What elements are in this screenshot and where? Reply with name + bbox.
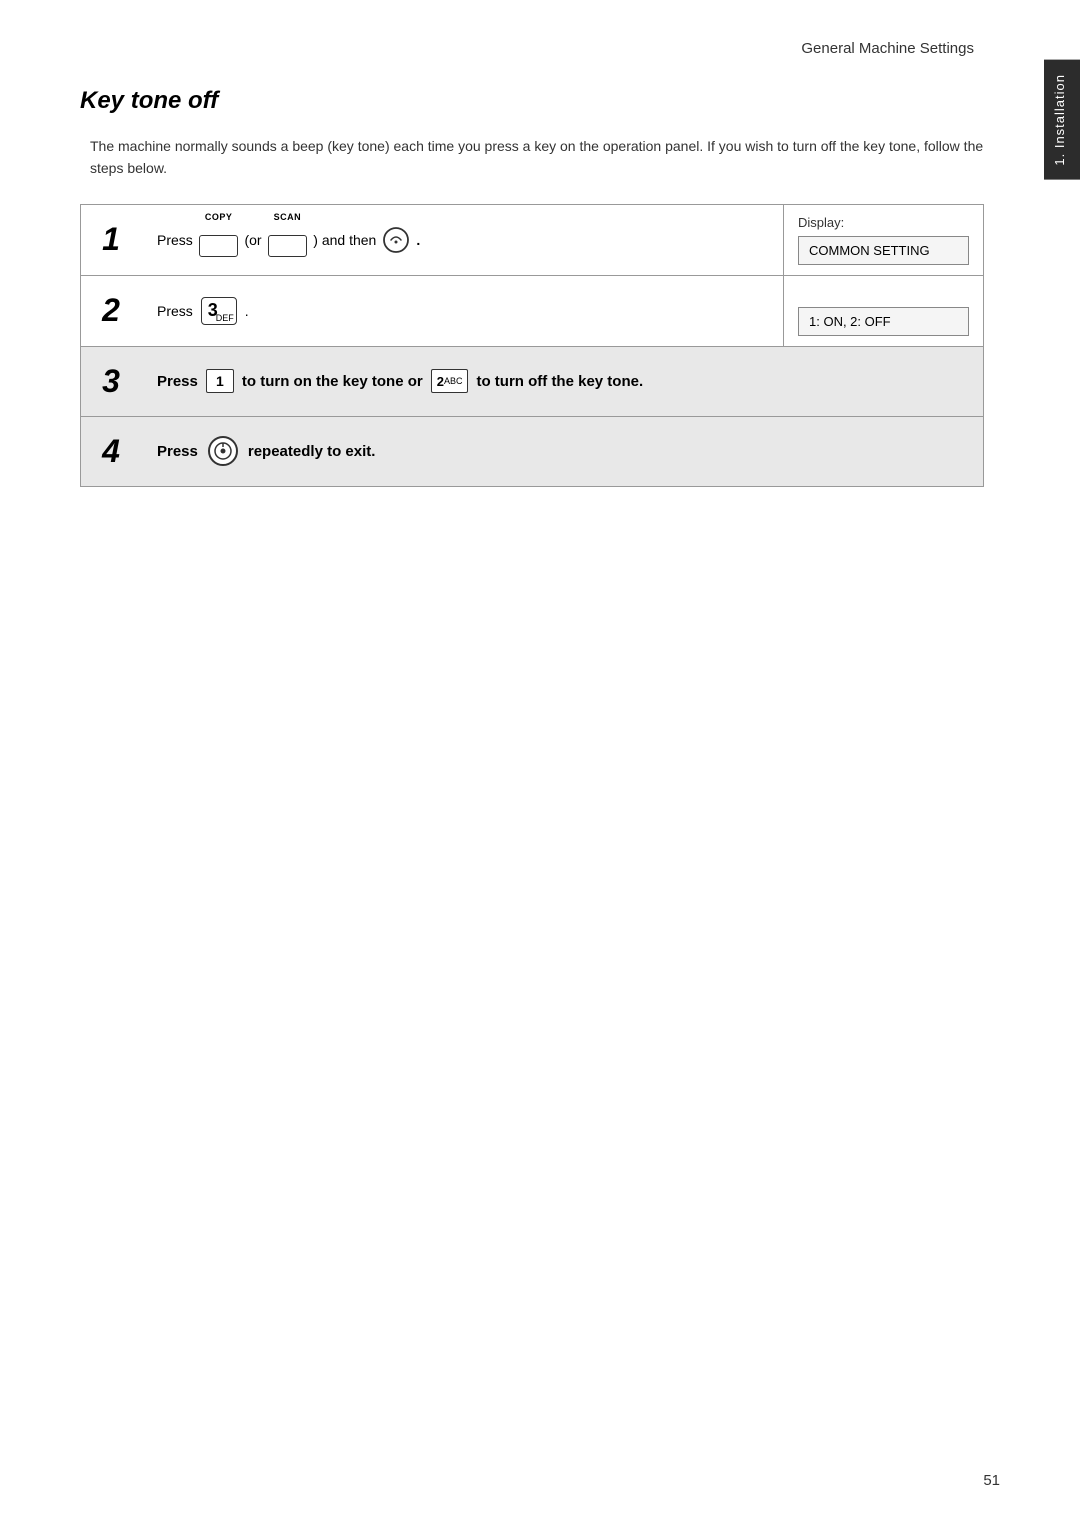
step-content-2: Press 3DEF . bbox=[141, 276, 783, 346]
step-content-3: Press 1 to turn on the key tone or 2ABC … bbox=[141, 347, 983, 416]
display-label-1: Display: bbox=[798, 215, 969, 230]
page-header: General Machine Settings bbox=[80, 40, 984, 57]
step-number-3: 3 bbox=[81, 347, 141, 416]
step4-end-text: repeatedly to exit. bbox=[248, 443, 376, 460]
step3-press-text: Press bbox=[157, 373, 198, 390]
page-number: 51 bbox=[983, 1472, 1000, 1489]
step1-or-text: (or bbox=[244, 232, 261, 248]
step1-press-text: Press bbox=[157, 232, 193, 248]
scan-key bbox=[268, 235, 308, 257]
step3-key-2abc: 2ABC bbox=[431, 369, 469, 393]
scan-key-wrapper: SCAN bbox=[268, 223, 308, 257]
step1-andthen-text: ) and then bbox=[313, 232, 376, 248]
step-number-2: 2 bbox=[81, 276, 141, 346]
display-value-1: COMMON SETTING bbox=[798, 236, 969, 265]
step2-period: . bbox=[245, 303, 249, 319]
step4-press-text: Press bbox=[157, 443, 198, 460]
step-display-1: Display: COMMON SETTING bbox=[783, 205, 983, 275]
intro-paragraph: The machine normally sounds a beep (key … bbox=[90, 135, 984, 180]
step-number-4: 4 bbox=[81, 417, 141, 486]
step-number-1: 1 bbox=[81, 205, 141, 275]
copy-key-wrapper: COPY bbox=[199, 223, 239, 257]
step-row-4: 4 Press repeatedly to exit. bbox=[81, 417, 983, 486]
step-content-4: Press repeatedly to exit. bbox=[141, 417, 983, 486]
installation-tab: 1. Installation bbox=[1044, 60, 1080, 180]
step3-end-text: to turn off the key tone. bbox=[476, 373, 643, 390]
step1-period: . bbox=[416, 232, 420, 248]
step-row-3: 3 Press 1 to turn on the key tone or 2AB… bbox=[81, 347, 983, 417]
step-row-2: 2 Press 3DEF . 1: ON, 2: OFF bbox=[81, 276, 983, 347]
copy-key bbox=[199, 235, 239, 257]
main-content: General Machine Settings Key tone off Th… bbox=[0, 0, 1044, 1529]
menu-icon bbox=[382, 226, 410, 254]
section-title: Key tone off bbox=[80, 87, 984, 115]
step-row-1: 1 Press COPY (or SCAN ) and then bbox=[81, 205, 983, 276]
copy-label: COPY bbox=[205, 212, 233, 222]
step3-key-1: 1 bbox=[206, 369, 234, 393]
steps-table: 1 Press COPY (or SCAN ) and then bbox=[80, 204, 984, 487]
display-value-2: 1: ON, 2: OFF bbox=[798, 307, 969, 336]
step-content-1: Press COPY (or SCAN ) and then bbox=[141, 205, 783, 275]
step3-mid-text: to turn on the key tone or bbox=[242, 373, 423, 390]
scan-label: SCAN bbox=[274, 212, 302, 222]
step2-num-key-3: 3DEF bbox=[201, 297, 237, 325]
step2-press-text: Press bbox=[157, 303, 193, 319]
display-label-2 bbox=[798, 286, 969, 301]
step-display-2: 1: ON, 2: OFF bbox=[783, 276, 983, 346]
step4-stop-icon bbox=[208, 436, 238, 466]
